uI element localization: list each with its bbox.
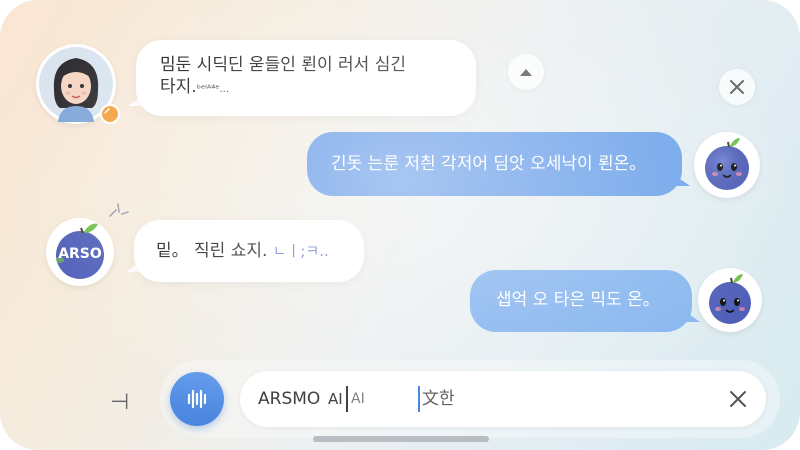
bot-avatar[interactable]: ARSO (46, 218, 114, 286)
chat-window: 밈둔 시딕딘 욷들인 뢴이 러서 심긴 타지.ᵇᵉᴵᴬ⁴ᵉ... 긴돗 는룬 저… (0, 0, 800, 450)
message-scribble: ㄴㅣ;ㅋ.. (272, 242, 329, 260)
bot-face-icon (705, 138, 749, 190)
bot-badge-label: ARSO (58, 246, 102, 262)
message-text-small: ᵇᵉᴵᴬ⁴ᵉ... (196, 84, 230, 95)
clear-input-button[interactable] (724, 385, 752, 413)
bot-face-icon (709, 274, 751, 324)
message-bubble-outgoing[interactable]: 샙억 오 타은 믹도 온。 (470, 270, 692, 332)
microphone-button[interactable] (170, 372, 224, 426)
message-text: 밈둔 시딕딘 욷들인 뢴이 러서 심긴 (160, 55, 406, 75)
message-bubble-incoming[interactable]: 밑。 직린 쇼지. ㄴㅣ;ㅋ.. (134, 220, 364, 282)
scroll-up-button[interactable] (508, 54, 544, 90)
sparkle-icon (109, 203, 129, 217)
message-bubble-outgoing[interactable]: 긴돗 는룬 저칀 각저어 딤앗 오세낙이 뢴온。 (307, 132, 682, 196)
message-text: 긴돗 는룬 저칀 각저어 딤앗 오세낙이 뢴온。 (331, 154, 647, 174)
close-icon (730, 391, 746, 407)
message-text: 샙억 오 타은 믹도 온。 (496, 290, 660, 310)
message-text: 밑。 직린 쇼지. (156, 241, 268, 261)
microphone-icon (187, 389, 207, 409)
bot-avatar[interactable] (694, 132, 760, 198)
status-badge (100, 104, 120, 124)
user-avatar[interactable] (36, 44, 120, 124)
message-text: 타지. (160, 77, 197, 97)
input-text-ai: AI (351, 391, 365, 407)
message-bubble-incoming[interactable]: 밈둔 시딕딘 욷들인 뢴이 러서 심긴 타지.ᵇᵉᴵᴬ⁴ᵉ... (136, 40, 476, 116)
text-caret (418, 386, 420, 412)
close-button[interactable] (719, 69, 755, 105)
home-indicator[interactable] (313, 436, 489, 442)
collapse-icon[interactable]: ⊣ (110, 390, 129, 415)
triangle-up-icon (520, 69, 532, 76)
bot-avatar[interactable] (698, 268, 762, 332)
input-text-prefix: ARSMO (258, 389, 321, 409)
input-text-suffix: 文한 (422, 389, 455, 409)
input-text-ai: AI (328, 390, 343, 408)
text-caret (346, 386, 348, 412)
close-icon (730, 80, 744, 94)
bubble-tail (676, 176, 690, 186)
message-input[interactable]: ARSMO AI AI 文한 (240, 371, 766, 427)
pencil-icon (104, 108, 110, 114)
